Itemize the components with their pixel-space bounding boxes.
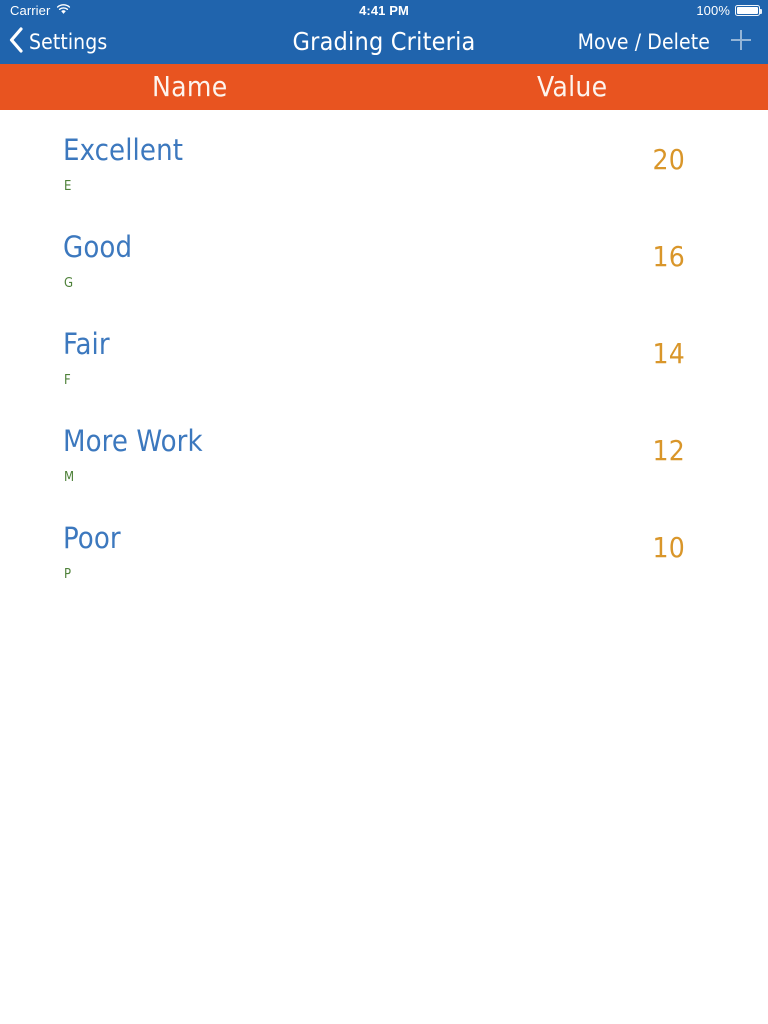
criterion-code: P — [64, 567, 72, 582]
column-header-bar: Name Value — [0, 64, 768, 110]
battery-percent-label: 100% — [696, 2, 730, 18]
criterion-value: 10 — [652, 531, 685, 564]
criterion-name: Good — [63, 230, 133, 264]
grading-criteria-list: Excellent E 20 Good G 16 Fair F 14 More … — [0, 110, 768, 1024]
column-header-name: Name — [152, 70, 228, 103]
criterion-value: 16 — [652, 240, 685, 273]
criterion-code: F — [64, 373, 71, 388]
status-bar-right: 100% — [696, 2, 762, 18]
move-delete-button[interactable]: Move / Delete — [578, 30, 710, 54]
table-row[interactable]: More Work M 12 — [0, 401, 768, 498]
criterion-name: More Work — [63, 424, 203, 458]
status-bar: Carrier 4:41 PM 100% — [0, 0, 768, 20]
table-row[interactable]: Fair F 14 — [0, 304, 768, 401]
navigation-bar: Settings Grading Criteria Move / Delete — [0, 20, 768, 64]
criterion-value: 12 — [652, 434, 685, 467]
table-row[interactable]: Poor P 10 — [0, 498, 768, 595]
criterion-value: 14 — [652, 337, 685, 370]
navigation-bar-actions: Move / Delete — [578, 20, 754, 64]
criterion-code: E — [64, 179, 72, 194]
battery-full-icon — [735, 4, 762, 16]
criterion-code: M — [64, 470, 75, 485]
app-screen: Carrier 4:41 PM 100% Settings Grading Cr… — [0, 0, 768, 1024]
plus-icon[interactable] — [728, 27, 754, 58]
table-row[interactable]: Excellent E 20 — [0, 110, 768, 207]
criterion-code: G — [64, 276, 74, 291]
criterion-name: Poor — [63, 521, 121, 555]
criterion-name: Excellent — [63, 133, 184, 167]
table-row[interactable]: Good G 16 — [0, 207, 768, 304]
column-header-value: Value — [537, 70, 608, 103]
criterion-name: Fair — [63, 327, 110, 361]
status-bar-time: 4:41 PM — [359, 2, 409, 18]
criterion-value: 20 — [652, 143, 685, 176]
